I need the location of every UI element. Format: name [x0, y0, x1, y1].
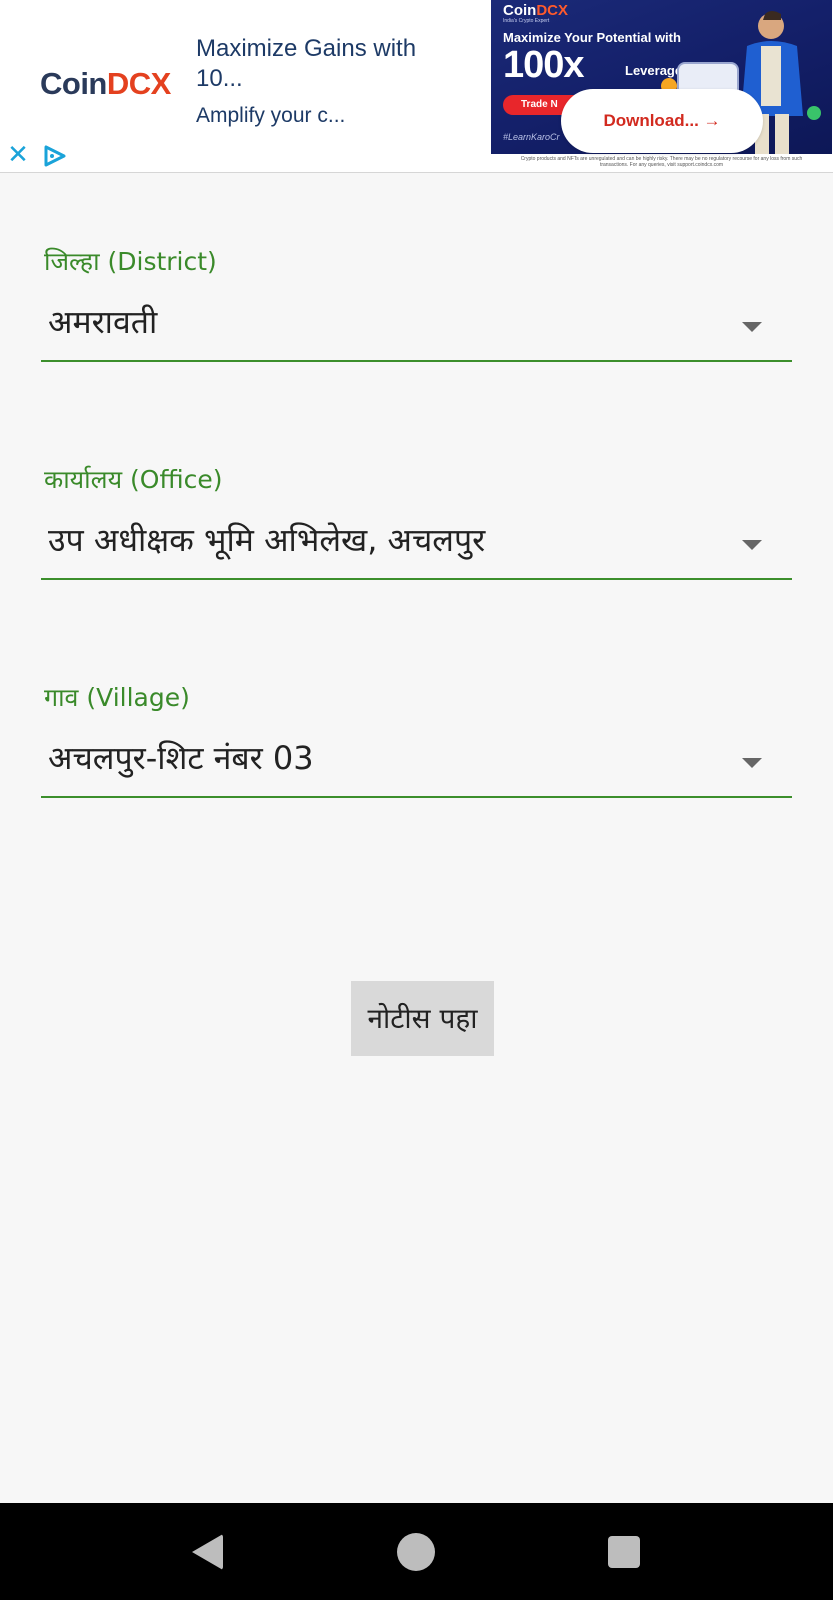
play-icon	[807, 106, 821, 120]
ad-image-leverage-text: Leverage	[625, 63, 683, 78]
ad-brand-logo[interactable]: CoinDCX	[40, 66, 171, 102]
office-select[interactable]: उप अधीक्षक भूमि अभिलेख, अचलपुर	[41, 506, 792, 580]
ad-image-logo-prefix: Coin	[503, 2, 537, 19]
ad-image-headline: Maximize Your Potential with	[503, 30, 681, 45]
ad-body-text[interactable]: Amplify your c...	[196, 104, 345, 128]
close-icon[interactable]: ✕	[6, 142, 30, 168]
dropdown-arrow-icon	[742, 322, 762, 332]
ad-image-logo: CoinDCX	[503, 2, 568, 19]
back-icon[interactable]	[192, 1534, 223, 1570]
dropdown-arrow-icon	[742, 540, 762, 550]
download-button[interactable]: Download... →	[561, 89, 763, 153]
ad-banner[interactable]: CoinDCX Maximize Gains with 10... Amplif…	[0, 0, 833, 173]
ad-brand-prefix: Coin	[40, 66, 107, 101]
ad-image-disclaimer: Crypto products and NFTs are unregulated…	[491, 154, 832, 171]
district-value: अमरावती	[48, 303, 158, 341]
village-select[interactable]: अचलपुर-शिट नंबर 03	[41, 724, 792, 798]
village-value: अचलपुर-शिट नंबर 03	[48, 739, 314, 777]
office-value: उप अधीक्षक भूमि अभिलेख, अचलपुर	[48, 521, 486, 559]
district-label: जिल्हा (District)	[44, 247, 217, 276]
ad-image-logo-suffix: DCX	[536, 2, 568, 19]
ad-headline[interactable]: Maximize Gains with 10...	[196, 34, 466, 94]
recents-icon[interactable]	[608, 1536, 640, 1568]
home-icon[interactable]	[397, 1533, 435, 1571]
screen: CoinDCX Maximize Gains with 10... Amplif…	[0, 0, 833, 1600]
ad-brand-suffix: DCX	[106, 66, 171, 101]
ad-choices-icon[interactable]	[42, 144, 68, 168]
dropdown-arrow-icon	[742, 758, 762, 768]
ad-image-big-text: 100x	[503, 44, 585, 86]
view-notice-button[interactable]: नोटीस पहा	[351, 981, 494, 1056]
ad-image-hashtag: #LearnKaroCr	[503, 132, 560, 142]
office-label: कार्यालय (Office)	[44, 465, 223, 494]
village-label: गाव (Village)	[44, 683, 190, 712]
navigation-bar	[0, 1503, 833, 1600]
ad-image-tagline: India's Crypto Expert	[503, 18, 550, 24]
district-select[interactable]: अमरावती	[41, 288, 792, 362]
